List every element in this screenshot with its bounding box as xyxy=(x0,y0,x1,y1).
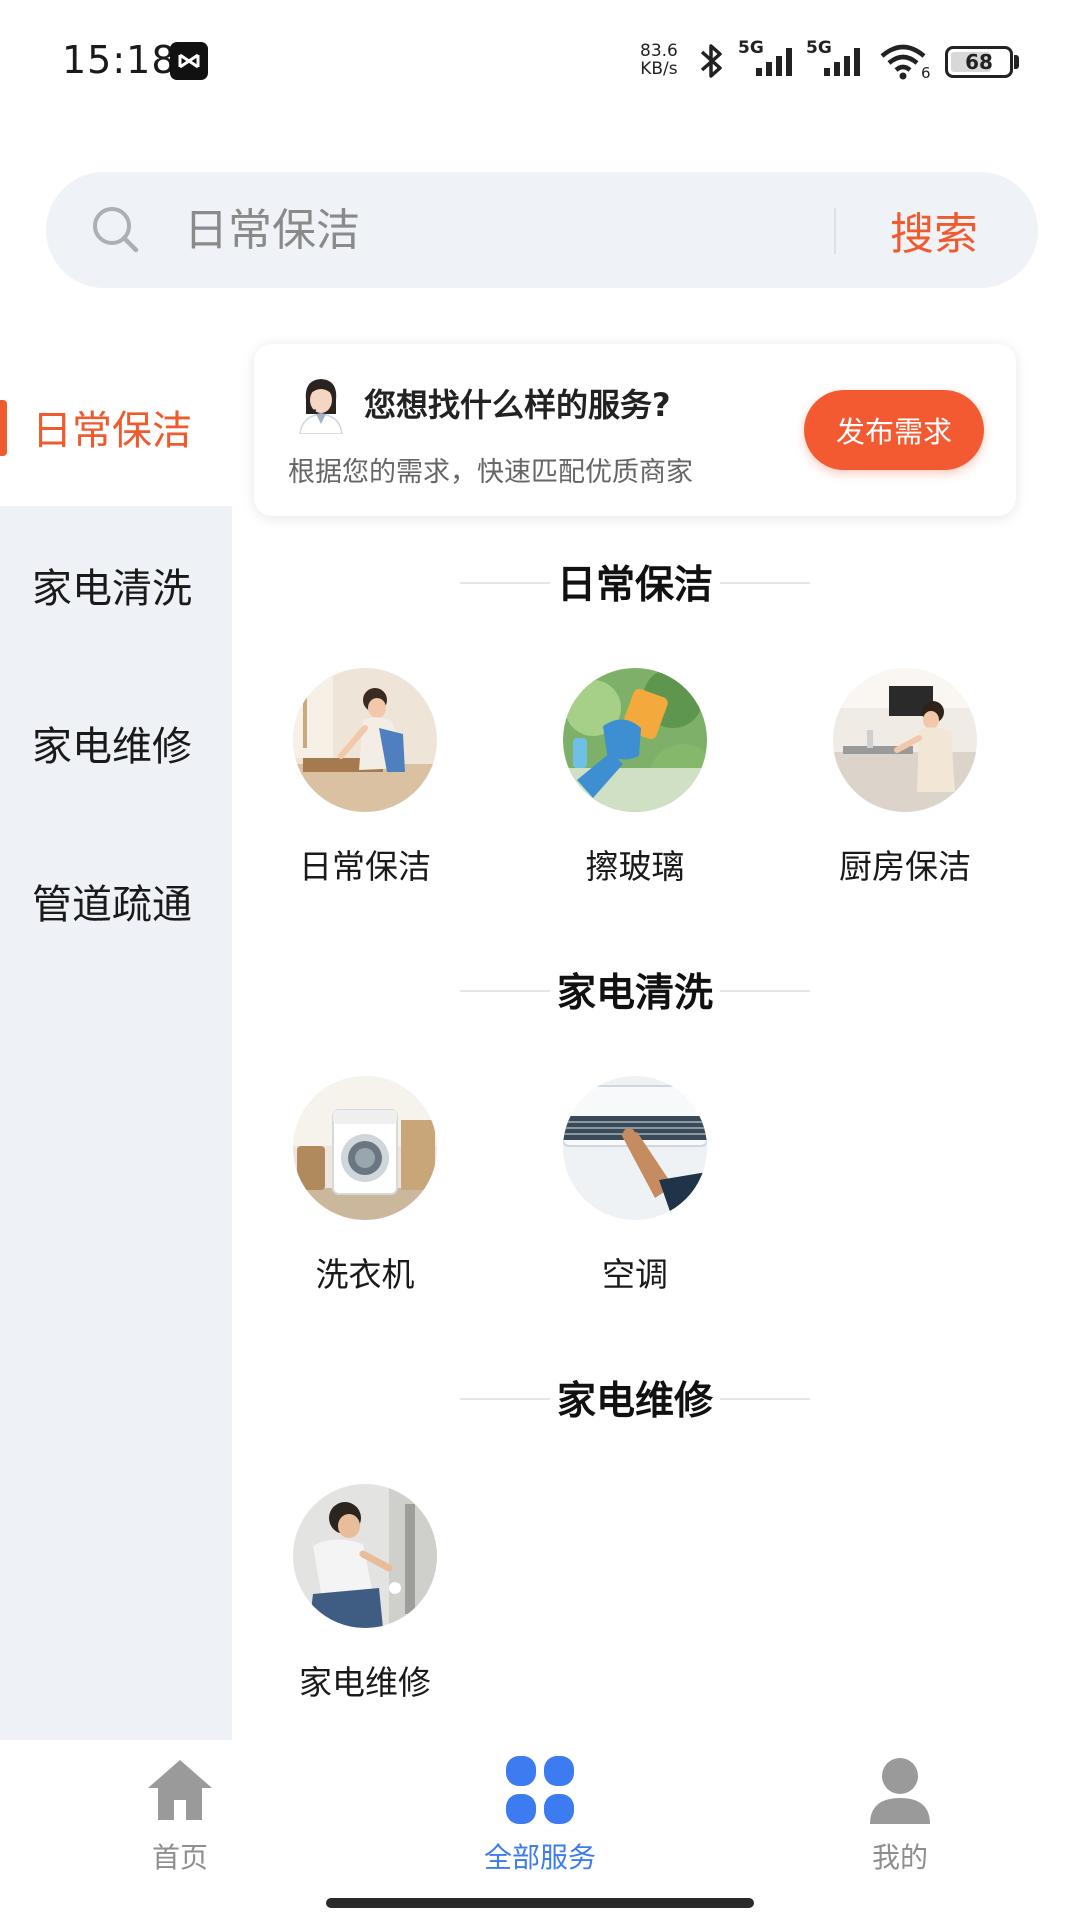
air-conditioner-image xyxy=(563,1076,707,1220)
appliance-repair-image xyxy=(293,1484,437,1628)
service-air-conditioner[interactable]: 空调 xyxy=(525,1076,745,1326)
sidebar-item-pipe-unclogging[interactable]: 管道疏通 xyxy=(0,822,232,980)
bottom-nav: 首页 全部服务 我的 xyxy=(0,1740,1080,1920)
sidebar-item-daily-cleaning[interactable]: 日常保洁 xyxy=(0,348,232,506)
nav-label: 首页 xyxy=(151,1841,208,1874)
bluetooth-icon xyxy=(700,44,722,78)
promo-title: 您想找什么样的服务? xyxy=(364,386,671,424)
search-input[interactable] xyxy=(184,198,844,262)
sidebar-item-label: 家电维修 xyxy=(32,724,192,770)
service-daily-cleaning[interactable]: 日常保洁 xyxy=(255,668,475,918)
service-window-cleaning[interactable]: 擦玻璃 xyxy=(525,668,745,918)
battery-icon: 68 xyxy=(945,46,1013,78)
signal-icon xyxy=(756,48,792,76)
sidebar-item-label: 管道疏通 xyxy=(32,882,192,928)
search-divider xyxy=(834,208,836,254)
nav-item-home[interactable]: 首页 xyxy=(80,1754,280,1874)
service-kitchen-cleaning[interactable]: 厨房保洁 xyxy=(795,668,1015,918)
net-speed: 83.6 KB/s xyxy=(640,41,678,79)
service-label: 家电维修 xyxy=(299,1663,431,1702)
service-label: 洗衣机 xyxy=(315,1255,415,1294)
sidebar-item-appliance-repair[interactable]: 家电维修 xyxy=(0,664,232,822)
kitchen-cleaning-image xyxy=(833,668,977,812)
service-appliance-repair[interactable]: 家电维修 xyxy=(255,1484,475,1734)
grid-icon xyxy=(506,1756,574,1824)
status-bar: 15:18 83.6 KB/s 5G 5G 6 68 xyxy=(0,0,1080,120)
profile-icon xyxy=(870,1758,930,1824)
nav-label: 全部服务 xyxy=(483,1841,596,1874)
washing-machine-image xyxy=(293,1076,437,1220)
promo-card: 您想找什么样的服务? 根据您的需求，快速匹配优质商家 发布需求 xyxy=(254,344,1016,516)
window-cleaning-image xyxy=(563,668,707,812)
service-label: 厨房保洁 xyxy=(839,847,971,886)
section-title-appliance-repair: 家电维修 xyxy=(460,1370,810,1426)
search-bar: 搜索 xyxy=(46,172,1038,288)
service-label: 空调 xyxy=(602,1255,668,1294)
active-indicator xyxy=(0,400,7,456)
sidebar-item-label: 家电清洗 xyxy=(32,566,192,612)
status-time: 15:18 xyxy=(62,38,177,82)
daily-cleaning-image xyxy=(293,668,437,812)
sidebar-item-label: 日常保洁 xyxy=(32,408,192,454)
wifi-label: 6 xyxy=(921,64,931,82)
nav-label: 我的 xyxy=(871,1841,928,1874)
section-title-daily-cleaning: 日常保洁 xyxy=(460,554,810,610)
sidebar-item-appliance-cleaning[interactable]: 家电清洗 xyxy=(0,506,232,664)
service-washing-machine[interactable]: 洗衣机 xyxy=(255,1076,475,1326)
customer-service-avatar xyxy=(299,379,343,434)
home-icon xyxy=(148,1760,212,1820)
service-label: 擦玻璃 xyxy=(585,847,685,886)
service-label: 日常保洁 xyxy=(299,847,431,886)
post-request-button[interactable]: 发布需求 xyxy=(804,390,984,470)
signal-icon xyxy=(824,48,860,76)
section-title-appliance-cleaning: 家电清洗 xyxy=(460,962,810,1018)
category-sidebar: 日常保洁 家电清洗 家电维修 管道疏通 xyxy=(0,348,232,1740)
nav-item-profile[interactable]: 我的 xyxy=(800,1754,1000,1874)
home-indicator xyxy=(326,1898,754,1908)
promo-subtitle: 根据您的需求，快速匹配优质商家 xyxy=(288,457,693,488)
search-button[interactable]: 搜索 xyxy=(854,194,1014,266)
search-icon xyxy=(93,207,139,253)
capcut-icon xyxy=(170,42,208,80)
nav-item-all-services[interactable]: 全部服务 xyxy=(440,1754,640,1874)
